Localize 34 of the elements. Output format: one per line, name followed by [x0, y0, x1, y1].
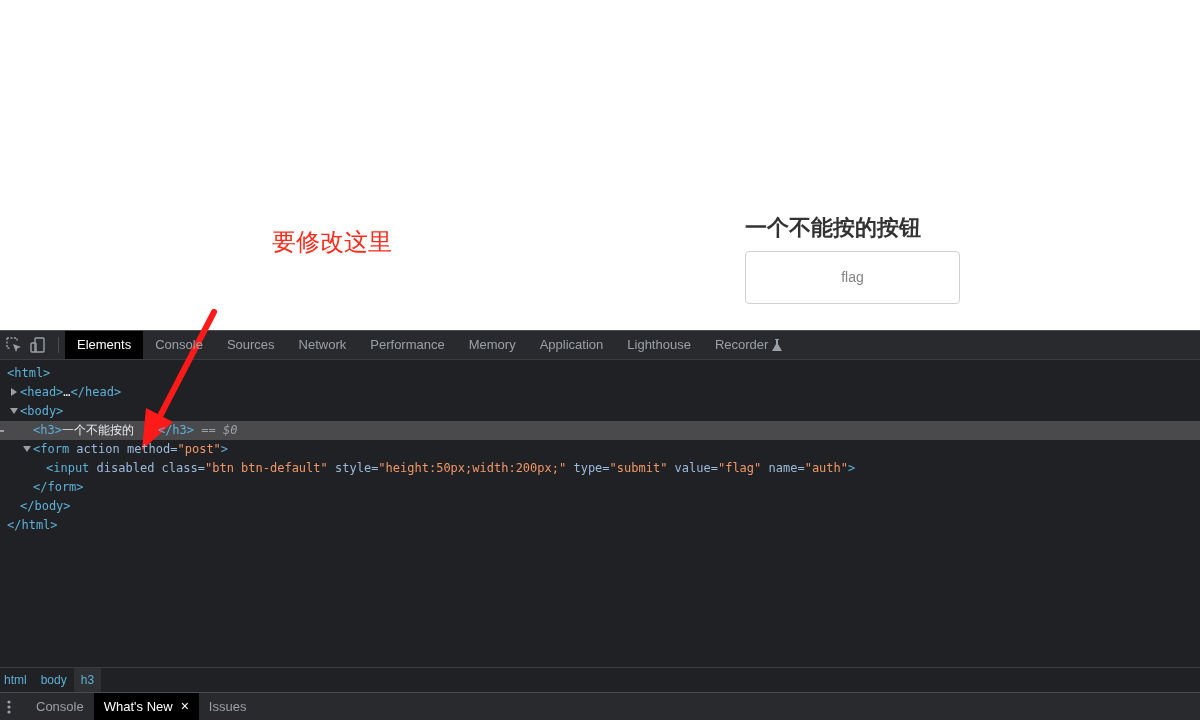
panel-tab[interactable]: Sources: [214, 331, 287, 359]
annotation-text: 要修改这里: [272, 227, 392, 258]
page-heading: 一个不能按的按钮: [745, 214, 921, 242]
panel-tab[interactable]: Recorder: [702, 331, 795, 359]
panel-tab[interactable]: Lighthouse: [615, 331, 703, 359]
dom-node-code[interactable]: </form>: [33, 478, 84, 497]
more-options-icon[interactable]: [7, 699, 11, 714]
device-icon[interactable]: [30, 337, 46, 353]
flask-icon: [772, 339, 783, 351]
drawer-tab[interactable]: Issues: [198, 693, 257, 720]
selection-marker-icon: [0, 430, 4, 432]
dom-node-code[interactable]: </html>: [7, 516, 58, 535]
expanded-triangle-icon[interactable]: [23, 445, 31, 453]
breadcrumb[interactable]: h3: [73, 668, 102, 692]
panel-tab[interactable]: Performance: [358, 331, 457, 359]
dom-node-code[interactable]: </body>: [20, 497, 71, 516]
dom-node-code[interactable]: <form action method="post">: [33, 440, 229, 459]
flag-button: flag: [745, 251, 960, 304]
dom-node-code[interactable]: <input disabled class="btn btn-default" style="height:50px;width:200px;" type="submit" value="flag" name="auth">: [46, 459, 856, 478]
dom-node-code[interactable]: <body>: [20, 402, 64, 421]
panel-tab[interactable]: Application: [527, 331, 616, 359]
breadcrumb[interactable]: html: [0, 668, 34, 692]
breadcrumb[interactable]: body: [33, 668, 74, 692]
close-icon[interactable]: ×: [180, 696, 189, 717]
drawer-tab[interactable]: What's New ×: [93, 693, 199, 720]
panel-tab[interactable]: Elements: [65, 331, 144, 359]
drawer-tab[interactable]: Console: [26, 693, 94, 720]
expanded-triangle-icon[interactable]: [10, 407, 18, 415]
dom-node-code[interactable]: <head>…</head>: [20, 383, 122, 402]
collapsed-triangle-icon[interactable]: [10, 388, 18, 396]
dom-node-code[interactable]: <html>: [7, 364, 51, 383]
panel-tab[interactable]: Network: [286, 331, 359, 359]
panel-tab[interactable]: Memory: [456, 331, 528, 359]
inspect-icon[interactable]: [6, 337, 22, 353]
